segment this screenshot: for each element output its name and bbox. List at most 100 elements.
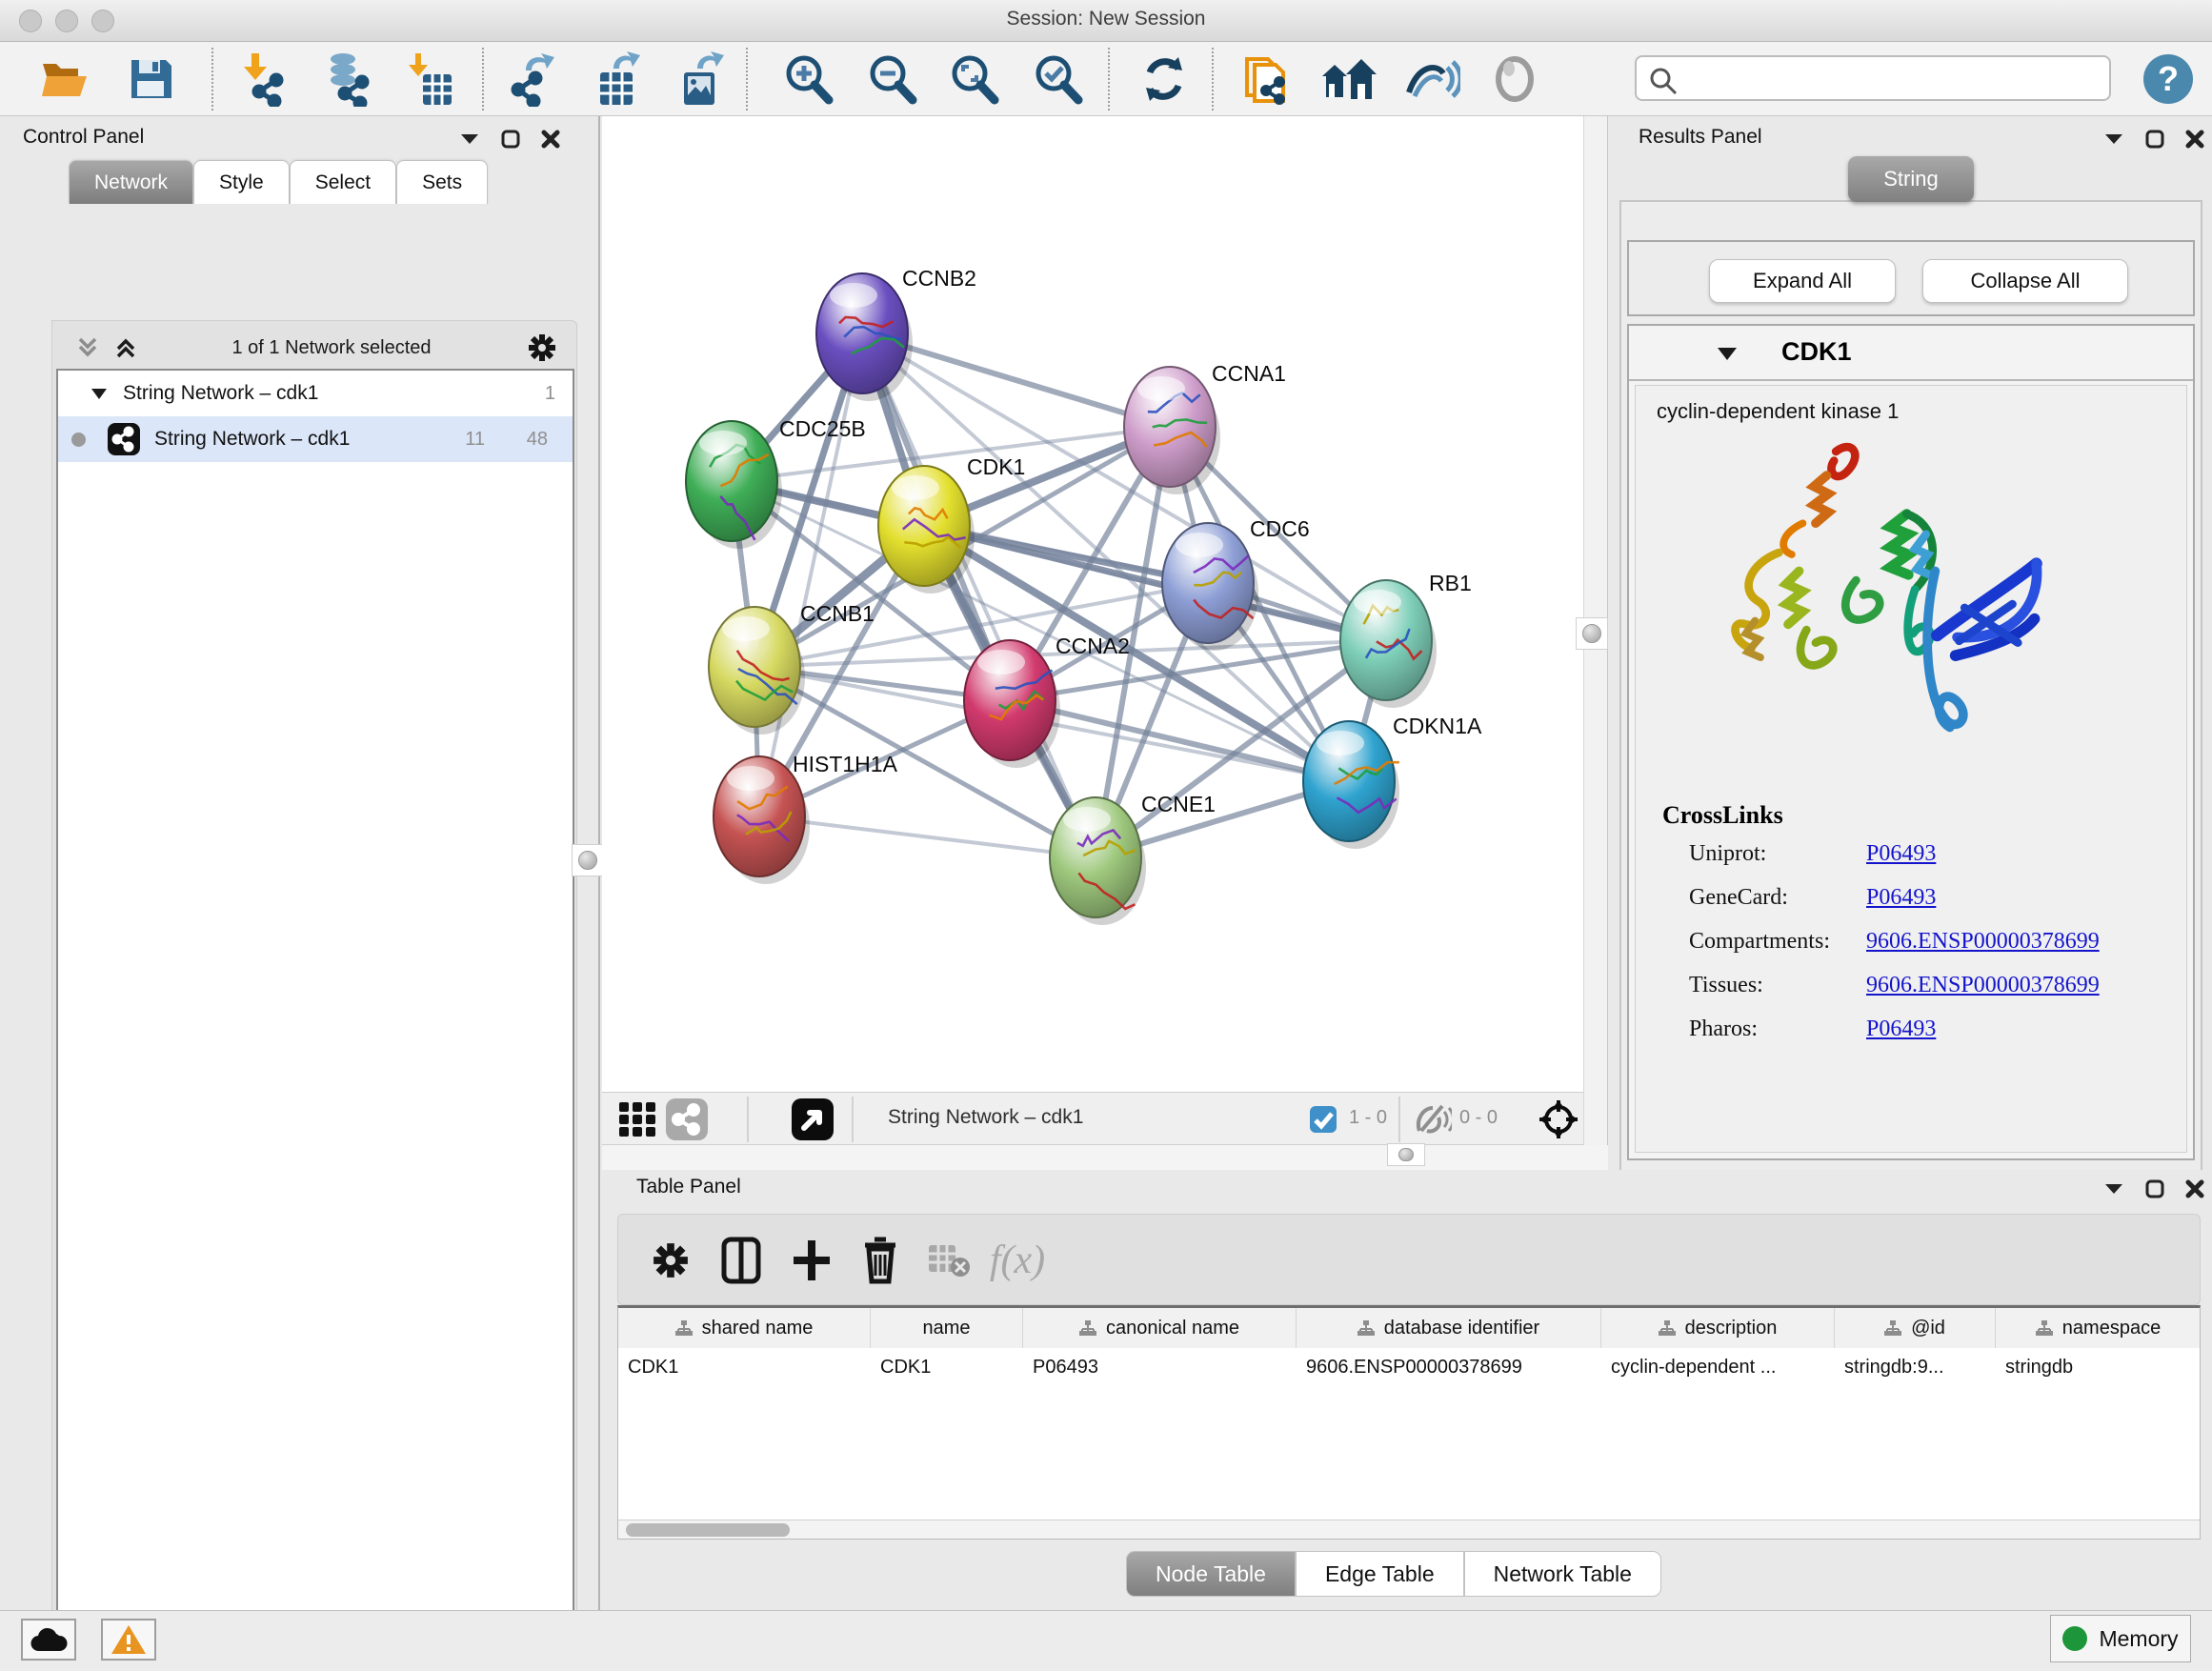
import-table-icon[interactable] — [398, 50, 459, 109]
column-header-database-identifier[interactable]: database identifier — [1297, 1308, 1601, 1348]
show-graphics-icon[interactable] — [1402, 50, 1463, 109]
column-label: canonical name — [1106, 1318, 1239, 1339]
float-panel-icon[interactable] — [2145, 1179, 2164, 1198]
node-ccnb1[interactable]: CCNB1 — [709, 601, 875, 735]
cell-3[interactable]: 9606.ENSP00000378699 — [1297, 1348, 1601, 1386]
share-document-icon[interactable] — [1237, 50, 1297, 109]
crosslink-link[interactable]: 9606.ENSP00000378699 — [1866, 929, 2100, 955]
crosslink-link[interactable]: P06493 — [1866, 1017, 1936, 1042]
float-panel-icon[interactable] — [2145, 130, 2164, 149]
home-pages-icon[interactable] — [1320, 50, 1381, 109]
edge-ccnb2-ccne1[interactable] — [862, 333, 1096, 857]
expand-all-networks-icon[interactable] — [113, 335, 138, 360]
column-header-shared-name[interactable]: shared name — [618, 1308, 871, 1348]
node-cdkn1a[interactable]: CDKN1A — [1303, 714, 1482, 849]
selected-nodes-checkbox-icon[interactable] — [1309, 1105, 1337, 1134]
add-column-icon[interactable] — [782, 1232, 841, 1289]
analyzer-icon[interactable] — [1484, 50, 1545, 109]
column-header-canonical-name[interactable]: canonical name — [1023, 1308, 1297, 1348]
edge-hist1h1a-ccne1[interactable] — [759, 816, 1096, 857]
tab-select[interactable]: Select — [290, 160, 396, 204]
collapse-panel-icon[interactable] — [459, 132, 480, 146]
tab-sets[interactable]: Sets — [396, 160, 488, 204]
gene-expander-icon[interactable] — [1717, 347, 1738, 361]
function-builder-icon[interactable]: f(x) — [988, 1232, 1047, 1289]
table-horizontal-scrollbar[interactable] — [618, 1520, 2200, 1540]
zoom-fit-icon[interactable] — [943, 50, 1004, 109]
bottom-splitter-handle[interactable] — [1387, 1143, 1425, 1166]
zoom-selected-icon[interactable] — [1027, 50, 1088, 109]
node-ccna1[interactable]: CCNA1 — [1124, 361, 1286, 494]
left-splitter-handle[interactable] — [572, 844, 604, 876]
cell-2[interactable]: P06493 — [1023, 1348, 1297, 1386]
memory-button[interactable]: Memory — [2050, 1615, 2191, 1662]
network-label: String Network – cdk1 — [154, 428, 350, 451]
zoom-out-icon[interactable] — [861, 50, 922, 109]
birds-eye-view-icon[interactable] — [791, 1097, 835, 1141]
export-network-icon[interactable] — [503, 50, 564, 109]
collapse-all-networks-icon[interactable] — [75, 335, 100, 360]
import-network-file-icon[interactable] — [234, 50, 295, 109]
import-network-database-icon[interactable] — [316, 50, 377, 109]
cell-1[interactable]: CDK1 — [871, 1348, 1023, 1386]
network-row[interactable]: String Network – cdk1 11 48 — [58, 416, 573, 462]
column-header--id[interactable]: @id — [1835, 1308, 1996, 1348]
edge-ccnb2-hist1h1a[interactable] — [759, 333, 862, 816]
cell-5[interactable]: stringdb:9... — [1835, 1348, 1996, 1386]
navigate-crosshair-icon[interactable] — [1538, 1098, 1579, 1140]
tab-string-results[interactable]: String — [1848, 156, 1974, 202]
float-panel-icon[interactable] — [501, 130, 520, 149]
collapse-panel-icon[interactable] — [2103, 132, 2124, 146]
cell-0[interactable]: CDK1 — [618, 1348, 871, 1386]
node-ccnb2[interactable]: CCNB2 — [816, 266, 976, 401]
tab-network[interactable]: Network — [69, 160, 193, 204]
open-session-icon[interactable] — [34, 50, 95, 109]
column-header-description[interactable]: description — [1601, 1308, 1835, 1348]
tree-expander-icon[interactable] — [90, 388, 108, 400]
delete-table-icon[interactable] — [919, 1232, 978, 1289]
close-panel-icon[interactable] — [541, 130, 560, 149]
warning-button[interactable] — [101, 1619, 156, 1661]
expand-all-button[interactable]: Expand All — [1709, 259, 1896, 303]
hidden-elements-eye-icon[interactable] — [1414, 1104, 1452, 1135]
node-ccne1[interactable]: CCNE1 — [1050, 792, 1216, 925]
node-rb1[interactable]: RB1 — [1340, 571, 1472, 708]
column-header-name[interactable]: name — [871, 1308, 1023, 1348]
crosslink-link[interactable]: P06493 — [1866, 885, 1936, 911]
network-collection-row[interactable]: String Network – cdk1 1 — [58, 371, 573, 416]
cell-6[interactable]: stringdb — [1996, 1348, 2201, 1386]
network-share-view-icon[interactable] — [665, 1097, 709, 1141]
crosslink-link[interactable]: P06493 — [1866, 841, 1936, 867]
crosslink-link[interactable]: 9606.ENSP00000378699 — [1866, 973, 2100, 998]
string-network-graph[interactable]: CCNB2CCNA1CDC25BCDK1CDC6RB1CCNB1CCNA2CDK… — [602, 116, 1583, 1092]
collapse-all-button[interactable]: Collapse All — [1922, 259, 2128, 303]
grid-view-icon[interactable] — [617, 1098, 659, 1140]
refresh-icon[interactable] — [1134, 50, 1195, 109]
scrollbar-thumb[interactable] — [626, 1523, 790, 1537]
close-panel-icon[interactable] — [2185, 1179, 2204, 1198]
show-columns-icon[interactable] — [712, 1232, 771, 1289]
save-session-icon[interactable] — [120, 50, 181, 109]
gene-card-header[interactable]: CDK1 — [1629, 326, 2193, 381]
cell-4[interactable]: cyclin-dependent ... — [1601, 1348, 1835, 1386]
right-splitter-handle[interactable] — [1576, 617, 1608, 650]
close-panel-icon[interactable] — [2185, 130, 2204, 149]
network-options-gear-icon[interactable] — [525, 331, 559, 365]
column-header-namespace[interactable]: namespace — [1996, 1308, 2201, 1348]
search-input[interactable] — [1688, 61, 2098, 95]
cloud-status-button[interactable] — [21, 1619, 76, 1661]
zoom-in-icon[interactable] — [777, 50, 838, 109]
network-canvas[interactable]: CCNB2CCNA1CDC25BCDK1CDC6RB1CCNB1CCNA2CDK… — [602, 116, 1583, 1170]
collapse-panel-icon[interactable] — [2103, 1182, 2124, 1196]
tab-network-table[interactable]: Network Table — [1464, 1551, 1661, 1597]
export-image-icon[interactable] — [671, 50, 732, 109]
tab-node-table[interactable]: Node Table — [1126, 1551, 1296, 1597]
delete-column-trash-icon[interactable] — [851, 1232, 910, 1289]
export-table-icon[interactable] — [587, 50, 648, 109]
tab-style[interactable]: Style — [193, 160, 290, 204]
node-hist1h1a[interactable]: HIST1H1A — [714, 752, 898, 884]
table-options-gear-icon[interactable] — [641, 1232, 700, 1289]
help-icon[interactable]: ? — [2138, 50, 2199, 109]
node-cdc25b[interactable]: CDC25B — [686, 416, 866, 549]
tab-edge-table[interactable]: Edge Table — [1296, 1551, 1464, 1597]
